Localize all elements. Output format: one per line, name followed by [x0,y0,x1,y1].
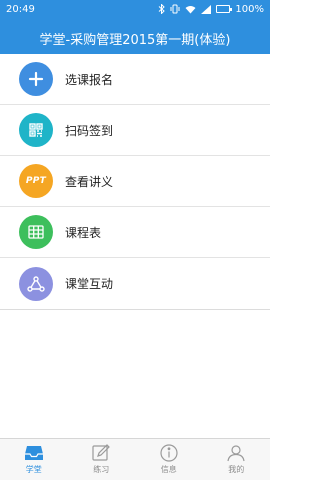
menu-item-label: 课程表 [65,225,102,240]
edit-icon [92,444,111,461]
bluetooth-icon [159,4,166,14]
battery-percent: 100% [235,3,264,15]
menu-item-view-handouts[interactable]: PPT 查看讲义 [0,156,270,207]
page-title: 学堂-采购管理2015第一期(体验) [39,32,231,48]
menu-item-label: 课堂互动 [65,277,114,291]
user-icon [227,445,245,462]
menu-item-scan-checkin[interactable]: 扫码签到 [0,105,270,156]
menu-item-class-interaction[interactable]: 课堂互动 [0,258,270,309]
wifi-icon [185,5,196,13]
battery-icon [216,5,233,13]
tab-practice[interactable]: 练习 [68,439,136,480]
vibrate-icon [170,4,180,14]
tab-label: 我的 [228,465,245,474]
menu-item-schedule[interactable]: 课程表 [0,207,270,258]
tab-messages[interactable]: 信息 [135,439,203,480]
menu-item-course-enroll[interactable]: 选课报名 [0,54,270,105]
share-network-icon [19,266,53,301]
info-icon [160,444,178,462]
status-time: 20:49 [6,3,35,15]
bottom-tab-bar: 学堂 练习 信息 我的 [0,438,270,480]
tab-label: 信息 [160,465,177,474]
ppt-icon: PPT [19,164,53,198]
qr-code-icon [19,113,53,147]
status-icons: 100% [158,4,264,15]
tab-label: 练习 [93,465,110,474]
app-header: 学堂-采购管理2015第一期(体验) [0,18,270,58]
status-bar: 20:49 100% [0,0,270,18]
signal-icon [201,4,212,14]
tab-classroom[interactable]: 学堂 [0,439,68,480]
table-icon [19,215,53,249]
menu-item-label: 查看讲义 [65,174,114,189]
tab-mine[interactable]: 我的 [203,439,271,480]
tab-label: 学堂 [25,465,42,474]
menu-item-label: 选课报名 [65,72,114,87]
plus-icon [19,62,53,96]
inbox-tray-icon [24,446,43,460]
menu-item-label: 扫码签到 [65,123,114,138]
ppt-icon-text: PPT [25,176,47,186]
main-menu: 选课报名 扫码签到 PPT 查看讲义 课程表 课堂互动 [0,54,270,310]
